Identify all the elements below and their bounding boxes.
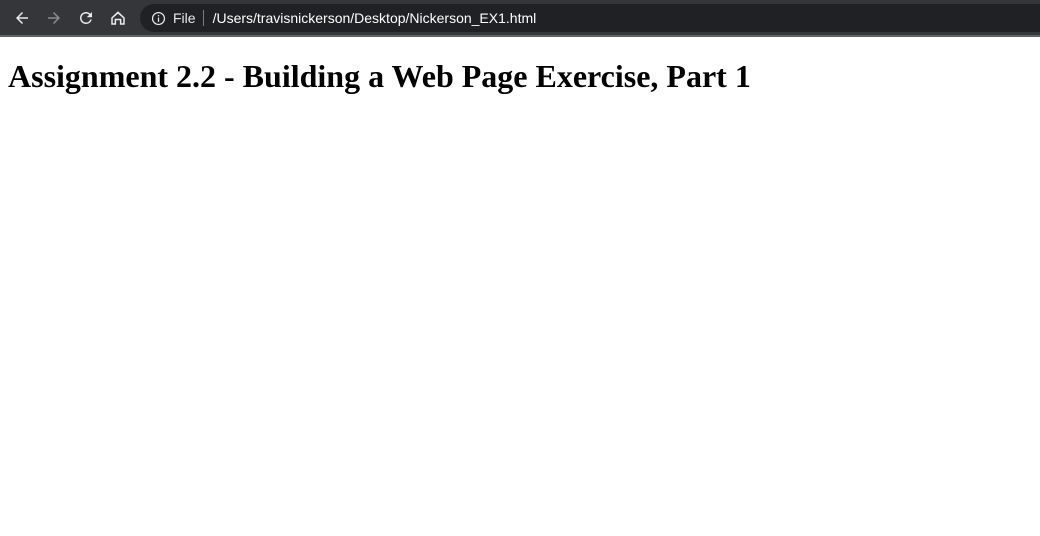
forward-button[interactable]: [42, 6, 66, 30]
home-icon: [111, 11, 125, 25]
home-button[interactable]: [106, 6, 130, 30]
omnibox-divider: [202, 10, 204, 26]
scheme-label[interactable]: File: [173, 4, 196, 32]
url-text[interactable]: /Users/travisnickerson/Desktop/Nickerson…: [213, 4, 537, 32]
info-circle-icon[interactable]: [150, 10, 166, 26]
arrow-right-icon: [48, 12, 60, 24]
reload-button[interactable]: [74, 6, 98, 30]
address-bar[interactable]: File /Users/travisnickerson/Desktop/Nick…: [140, 4, 1040, 32]
reload-icon: [80, 11, 92, 24]
page-heading: Assignment 2.2 - Building a Web Page Exe…: [8, 58, 751, 94]
arrow-left-icon: [16, 12, 28, 24]
page-content: Assignment 2.2 - Building a Web Page Exe…: [0, 37, 1040, 536]
browser-toolbar: File /Users/travisnickerson/Desktop/Nick…: [0, 0, 1040, 37]
back-button[interactable]: [10, 6, 34, 30]
